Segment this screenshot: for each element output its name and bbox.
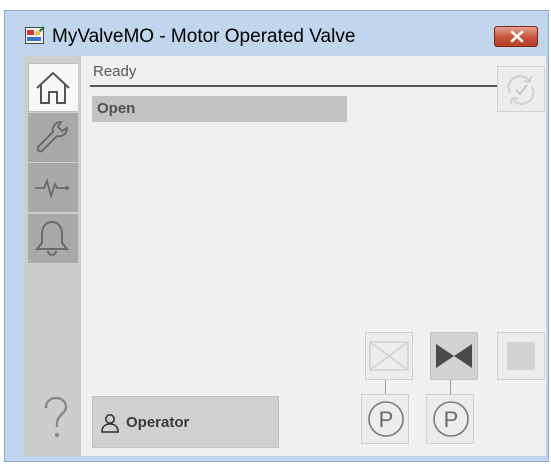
refresh-button[interactable]	[497, 66, 545, 112]
priority-button-open[interactable]: P	[426, 394, 474, 444]
tab-alarms[interactable]	[28, 214, 78, 263]
close-x-icon	[510, 30, 524, 43]
window-title: MyValveMO - Motor Operated Valve	[52, 26, 356, 47]
close-valve-button[interactable]	[365, 332, 413, 380]
svg-text:P: P	[444, 407, 459, 432]
valve-open-icon	[436, 344, 472, 368]
priority-p-icon: P	[433, 401, 469, 437]
home-panel: Ready Open P P Operator	[81, 56, 546, 456]
priority-button-close[interactable]: P	[361, 394, 409, 444]
stop-icon	[507, 342, 535, 370]
status-text: Ready	[93, 63, 137, 80]
home-icon	[36, 71, 70, 104]
tab-maintenance[interactable]	[28, 113, 78, 162]
bell-icon	[34, 220, 70, 256]
question-mark-icon	[44, 396, 68, 438]
valve-state-text: Open	[97, 100, 136, 117]
wrench-icon	[36, 121, 68, 153]
window-close-button[interactable]	[494, 26, 538, 47]
trend-pulse-icon	[35, 178, 69, 200]
tab-home[interactable]	[28, 63, 78, 112]
connector-line	[450, 380, 451, 394]
open-valve-button[interactable]	[430, 332, 478, 380]
stop-button[interactable]	[497, 332, 545, 380]
status-divider	[90, 85, 538, 87]
faceplate-client-area: Ready Open P P Operator	[24, 56, 546, 456]
svg-text:P: P	[379, 407, 394, 432]
title-bar[interactable]: MyValveMO - Motor Operated Valve	[5, 11, 548, 56]
tab-trends[interactable]	[28, 163, 78, 212]
connector-line	[385, 380, 386, 394]
operator-login-button[interactable]: Operator	[92, 396, 279, 448]
refresh-icon	[507, 75, 535, 105]
priority-p-icon: P	[368, 401, 404, 437]
help-button[interactable]	[40, 396, 70, 440]
faceplate-window: MyValveMO - Motor Operated Valve Ready O…	[4, 10, 549, 462]
valve-state-indicator: Open	[92, 96, 347, 122]
user-icon	[101, 414, 119, 433]
nav-tab-strip	[24, 56, 81, 456]
valve-closed-icon	[369, 341, 409, 371]
operator-label: Operator	[126, 414, 190, 431]
valve-faceplate-app-icon	[25, 26, 46, 45]
